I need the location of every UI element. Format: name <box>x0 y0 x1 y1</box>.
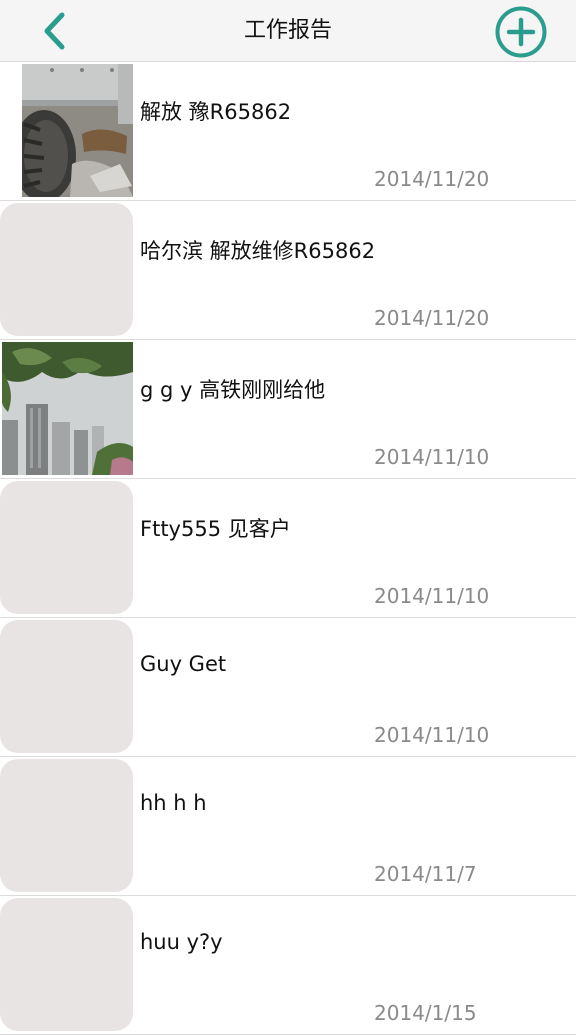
page-title: 工作报告 <box>243 18 332 43</box>
report-row[interactable]: huu y?y 2014/1/15 <box>0 896 576 1035</box>
report-list: 解放 豫R65862 2014/11/20 哈尔滨 解放维修R65862 201… <box>0 62 576 1035</box>
report-row[interactable]: g g y 高铁刚刚给他 2014/11/10 <box>0 340 576 479</box>
report-thumbnail-placeholder <box>0 898 133 1031</box>
report-date: 2014/11/10 <box>374 723 490 747</box>
report-date: 2014/11/20 <box>374 167 490 191</box>
report-title: huu y?y <box>140 930 223 954</box>
chevron-left-icon <box>44 12 65 50</box>
report-row[interactable]: 哈尔滨 解放维修R65862 2014/11/20 <box>0 201 576 340</box>
report-date: 2014/11/10 <box>374 445 490 469</box>
report-date: 2014/11/20 <box>374 306 490 330</box>
report-date: 2014/11/10 <box>374 584 490 608</box>
report-thumbnail-photo <box>2 342 133 475</box>
navigation-bar: 工作报告 <box>0 0 576 62</box>
report-row[interactable]: hh h h 2014/11/7 <box>0 757 576 896</box>
report-row[interactable]: 解放 豫R65862 2014/11/20 <box>0 62 576 201</box>
report-thumbnail-photo <box>22 64 133 197</box>
report-date: 2014/11/7 <box>374 862 477 886</box>
report-title: 解放 豫R65862 <box>140 100 292 124</box>
report-title: 哈尔滨 解放维修R65862 <box>140 239 376 263</box>
add-report-button[interactable] <box>494 5 548 59</box>
report-thumbnail-placeholder <box>0 481 133 614</box>
report-thumbnail-placeholder <box>0 203 133 336</box>
plus-circle-icon <box>495 6 547 58</box>
report-row[interactable]: Ftty555 见客户 2014/11/10 <box>0 479 576 618</box>
report-title: Ftty555 见客户 <box>140 517 291 541</box>
back-button[interactable] <box>32 9 80 53</box>
report-thumbnail-placeholder <box>0 620 133 753</box>
report-title: Guy Get <box>140 652 227 676</box>
report-thumbnail-placeholder <box>0 759 133 892</box>
report-title: hh h h <box>140 791 207 815</box>
report-date: 2014/1/15 <box>374 1001 477 1025</box>
report-row[interactable]: Guy Get 2014/11/10 <box>0 618 576 757</box>
report-title: g g y 高铁刚刚给他 <box>140 378 326 402</box>
